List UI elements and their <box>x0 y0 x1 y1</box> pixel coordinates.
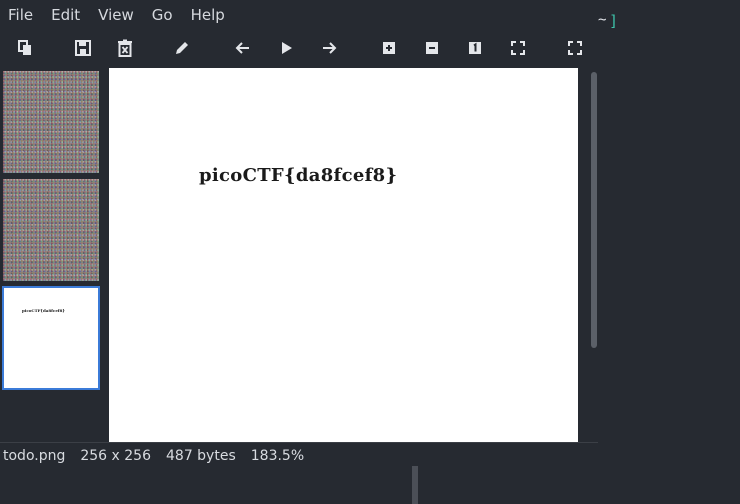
toolbar <box>0 32 600 64</box>
status-file-size: 487 bytes <box>166 448 236 464</box>
divider <box>0 442 598 443</box>
edit-icon <box>176 42 188 54</box>
actual-size-button[interactable] <box>463 36 487 60</box>
menu-file[interactable]: File <box>8 6 33 24</box>
menu-go[interactable]: Go <box>152 6 173 24</box>
menu-help[interactable]: Help <box>191 6 225 24</box>
menu-edit[interactable]: Edit <box>51 6 80 24</box>
save-button[interactable] <box>71 36 95 60</box>
thumbnail-noise-2[interactable] <box>3 179 99 281</box>
status-filename: todo.png <box>3 448 66 464</box>
zoom-in-icon <box>383 42 395 54</box>
zoom-out-icon <box>426 42 438 54</box>
delete-icon <box>118 39 132 57</box>
play-icon <box>282 42 292 54</box>
thumbnail-text: picoCTF{da8fcef8} <box>22 308 65 313</box>
fullscreen-button[interactable] <box>563 36 587 60</box>
image-flag-text: picoCTF{da8fcef8} <box>199 165 398 186</box>
window-resize-handle[interactable] <box>412 466 418 504</box>
open-button[interactable] <box>13 36 37 60</box>
zoom-out-button[interactable] <box>420 36 444 60</box>
thumbnail-sidebar: picoCTF{da8fcef8} <box>0 68 104 442</box>
next-button[interactable] <box>317 36 341 60</box>
terminal-prompt-bracket: ] <box>609 12 619 30</box>
previous-button[interactable] <box>231 36 255 60</box>
thumbnail-noise-1[interactable] <box>3 71 99 173</box>
play-button[interactable] <box>274 36 298 60</box>
vertical-scrollbar-thumb[interactable] <box>591 72 597 348</box>
terminal-prompt-tilde: ~ <box>598 12 607 28</box>
fullscreen-icon <box>568 41 582 55</box>
next-icon <box>323 42 337 54</box>
status-zoom: 183.5% <box>250 448 305 464</box>
save-icon <box>75 40 91 56</box>
delete-button[interactable] <box>113 36 137 60</box>
menu-bar: File Edit View Go Help <box>0 0 600 30</box>
menu-view[interactable]: View <box>98 6 134 24</box>
edit-button[interactable] <box>170 36 194 60</box>
open-icon <box>18 40 31 55</box>
image-viewport[interactable]: picoCTF{da8fcef8} <box>109 68 578 442</box>
actual-size-icon <box>469 42 481 54</box>
zoom-in-button[interactable] <box>377 36 401 60</box>
status-bar: todo.png 256 x 256 487 bytes 183.5% <box>3 446 304 466</box>
previous-icon <box>235 42 249 54</box>
fit-window-icon <box>511 41 525 55</box>
fit-window-button[interactable] <box>506 36 530 60</box>
thumbnail-todo-selected[interactable]: picoCTF{da8fcef8} <box>2 286 100 390</box>
status-dimensions: 256 x 256 <box>80 448 151 464</box>
